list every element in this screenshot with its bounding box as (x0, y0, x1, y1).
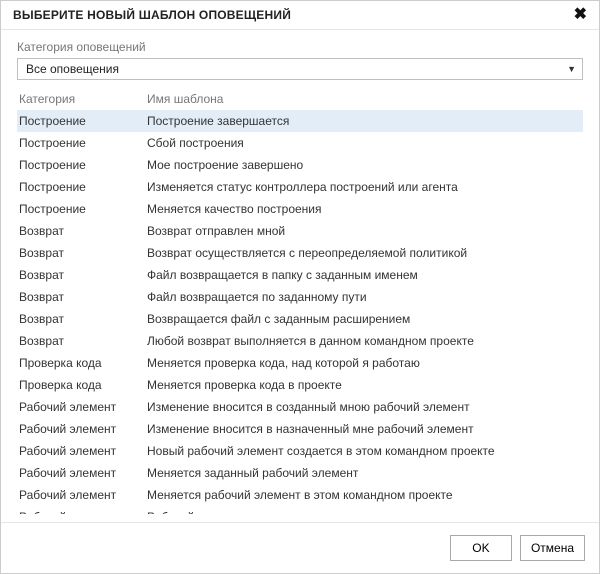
grid-cell-name: Изменение вносится в назначенный мне раб… (147, 422, 583, 436)
grid-cell-category: Возврат (17, 290, 147, 304)
dialog: ВЫБЕРИТЕ НОВЫЙ ШАБЛОН ОПОВЕЩЕНИЙ ✖ Катег… (0, 0, 600, 574)
grid-cell-name: Меняется заданный рабочий элемент (147, 466, 583, 480)
grid-cell-name: Любой возврат выполняется в данном коман… (147, 334, 583, 348)
dialog-title: ВЫБЕРИТЕ НОВЫЙ ШАБЛОН ОПОВЕЩЕНИЙ (13, 8, 291, 22)
grid-row[interactable]: Рабочий элементМеняется рабочий элемент … (17, 484, 583, 506)
grid-row[interactable]: ПостроениеСбой построения (17, 132, 583, 154)
grid-row[interactable]: ПостроениеМое построение завершено (17, 154, 583, 176)
grid-row[interactable]: Рабочий элементИзменение вносится в назн… (17, 418, 583, 440)
close-icon: ✖ (574, 6, 587, 23)
grid-row[interactable]: ВозвратВозвращается файл с заданным расш… (17, 308, 583, 330)
grid-header-category: Категория (17, 92, 147, 106)
grid-cell-category: Рабочий элемент (17, 400, 147, 414)
grid-row[interactable]: ВозвратФайл возвращается в папку с задан… (17, 264, 583, 286)
grid-cell-name: Возврат осуществляется с переопределяемо… (147, 246, 583, 260)
category-filter-select[interactable]: Все оповещения ▼ (17, 58, 583, 80)
grid-cell-name: Меняется рабочий элемент в этом командно… (147, 488, 583, 502)
grid-cell-category: Построение (17, 136, 147, 150)
grid-row[interactable]: Проверка кодаМеняется проверка кода, над… (17, 352, 583, 374)
grid-cell-category: Построение (17, 114, 147, 128)
grid-header: Категория Имя шаблона (17, 90, 583, 110)
close-button[interactable]: ✖ (572, 7, 589, 23)
grid-row[interactable]: ВозвратФайл возвращается по заданному пу… (17, 286, 583, 308)
grid-cell-category: Проверка кода (17, 378, 147, 392)
grid-cell-name: Файл возвращается по заданному пути (147, 290, 583, 304)
grid-row[interactable]: Рабочий элементМеняется заданный рабочий… (17, 462, 583, 484)
grid-cell-category: Рабочий элемент (17, 466, 147, 480)
grid-row[interactable]: Проверка кодаМеняется проверка кода в пр… (17, 374, 583, 396)
grid-row[interactable]: ПостроениеПостроение завершается (17, 110, 583, 132)
grid-row[interactable]: ВозвратВозврат отправлен мной (17, 220, 583, 242)
grid-cell-name: Новый рабочий элемент создается в этом к… (147, 444, 583, 458)
grid-cell-category: Рабочий элемент (17, 422, 147, 436)
grid-cell-name: Возвращается файл с заданным расширением (147, 312, 583, 326)
category-filter-value: Все оповещения (26, 62, 119, 76)
grid-row[interactable]: Рабочий элементИзменение вносится в созд… (17, 396, 583, 418)
grid-cell-name: Меняется качество построения (147, 202, 583, 216)
grid-cell-name: Изменение вносится в созданный мною рабо… (147, 400, 583, 414)
grid-cell-category: Рабочий элемент (17, 444, 147, 458)
grid-cell-category: Рабочий элемент (17, 510, 147, 514)
grid-cell-category: Построение (17, 202, 147, 216)
grid-row[interactable]: Рабочий элементНовый рабочий элемент соз… (17, 440, 583, 462)
chevron-down-icon: ▼ (567, 64, 576, 74)
grid-cell-category: Возврат (17, 268, 147, 282)
grid-cell-name: Изменяется статус контроллера построений… (147, 180, 583, 194)
grid-body[interactable]: ПостроениеПостроение завершаетсяПостроен… (17, 110, 583, 514)
grid-cell-category: Построение (17, 158, 147, 172)
grid-cell-name: Построение завершается (147, 114, 583, 128)
category-filter-label: Категория оповещений (17, 40, 583, 54)
grid-header-name: Имя шаблона (147, 92, 583, 106)
dialog-body: Категория оповещений Все оповещения ▼ Ка… (1, 30, 599, 522)
grid-cell-name: Меняется проверка кода в проекте (147, 378, 583, 392)
grid-row[interactable]: ПостроениеМеняется качество построения (17, 198, 583, 220)
grid-cell-name: Мое построение завершено (147, 158, 583, 172)
grid-cell-category: Возврат (17, 312, 147, 326)
grid-cell-name: Меняется проверка кода, над которой я ра… (147, 356, 583, 370)
grid-cell-category: Возврат (17, 224, 147, 238)
grid-row[interactable]: Рабочий элементРабочий элемент назначен … (17, 506, 583, 514)
cancel-button[interactable]: Отмена (520, 535, 585, 561)
grid-cell-category: Возврат (17, 334, 147, 348)
grid-cell-category: Рабочий элемент (17, 488, 147, 502)
grid-cell-name: Файл возвращается в папку с заданным име… (147, 268, 583, 282)
grid-cell-name: Сбой построения (147, 136, 583, 150)
grid-cell-category: Построение (17, 180, 147, 194)
dialog-footer: OK Отмена (1, 522, 599, 573)
grid-cell-category: Возврат (17, 246, 147, 260)
grid-cell-name: Возврат отправлен мной (147, 224, 583, 238)
grid-row[interactable]: ВозвратВозврат осуществляется с переопре… (17, 242, 583, 264)
grid-cell-category: Проверка кода (17, 356, 147, 370)
grid-cell-name: Рабочий элемент назначен мне (147, 510, 583, 514)
grid-row[interactable]: ВозвратЛюбой возврат выполняется в данно… (17, 330, 583, 352)
grid-row[interactable]: ПостроениеИзменяется статус контроллера … (17, 176, 583, 198)
ok-button[interactable]: OK (450, 535, 512, 561)
titlebar: ВЫБЕРИТЕ НОВЫЙ ШАБЛОН ОПОВЕЩЕНИЙ ✖ (1, 1, 599, 30)
